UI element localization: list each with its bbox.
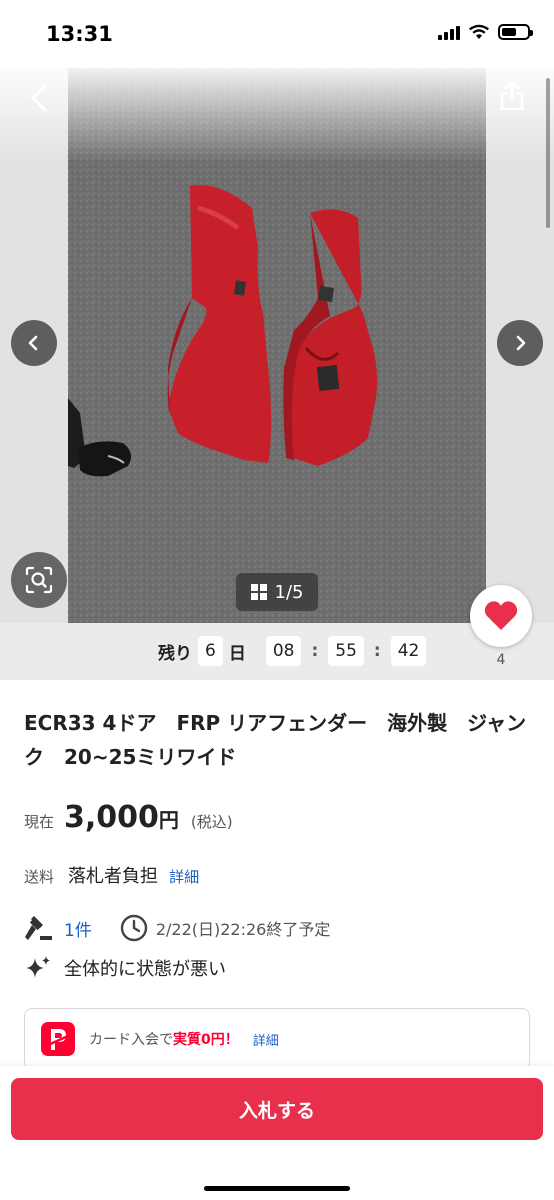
- shipping-value: 落札者負担: [68, 866, 159, 887]
- signal-icon: [438, 24, 460, 40]
- bid-count-link[interactable]: 1件: [64, 916, 92, 941]
- shipping-detail-link[interactable]: 詳細: [169, 868, 199, 886]
- promo-detail-link[interactable]: 詳細: [253, 1030, 279, 1049]
- shipping-value-group: 落札者負担 詳細: [68, 862, 199, 888]
- price-value: 3,000: [64, 800, 159, 835]
- heart-icon: [484, 601, 518, 630]
- end-time: 2/22(日)22:26終了予定: [155, 920, 331, 939]
- timer-hours: 08: [265, 636, 302, 666]
- battery-fill: [502, 28, 516, 36]
- image-search-button[interactable]: [11, 552, 67, 608]
- shipping-row: 送料 落札者負担 詳細: [24, 862, 199, 888]
- condition-text: 全体的に状態が悪い: [64, 959, 226, 980]
- auction-timer: 残り 6 日 08 : 55 : 42: [0, 623, 554, 680]
- image-counter-text: 1/5: [274, 581, 304, 603]
- sparkle-icon: [26, 956, 50, 978]
- condition-row: 全体的に状態が悪い: [24, 954, 226, 982]
- timer-row: 残り 6 日 08 : 55 : 42: [158, 633, 427, 669]
- image-counter[interactable]: 1/5: [236, 573, 318, 611]
- watch-count: 4: [496, 652, 506, 668]
- status-bar: 13:31: [0, 0, 554, 68]
- clock-icon: [120, 914, 148, 942]
- share-icon[interactable]: [494, 78, 530, 114]
- chevron-left-icon: [28, 335, 38, 351]
- photo-gallery[interactable]: 1/5: [0, 68, 554, 623]
- timer-days: 6: [198, 636, 223, 666]
- watch-button[interactable]: [470, 585, 532, 647]
- next-image-button[interactable]: [497, 320, 543, 366]
- gavel-icon: [25, 916, 52, 940]
- price-label: 現在: [24, 813, 55, 831]
- paypay-p-icon: [47, 1029, 69, 1050]
- previous-image-button[interactable]: [11, 320, 57, 366]
- paypay-logo: [41, 1022, 75, 1056]
- image-search-icon: [25, 566, 53, 594]
- promo-text: カード入会で: [89, 1032, 173, 1048]
- footer-bar: 入札する: [0, 1066, 554, 1200]
- timer-separator: :: [311, 641, 319, 661]
- paypay-card-promo[interactable]: カード入会で 実質0円！ 詳細: [24, 1008, 530, 1070]
- timer-remaining-label: 残り: [158, 643, 192, 664]
- status-icons: [438, 24, 533, 40]
- price-unit: 円: [158, 808, 179, 832]
- back-icon[interactable]: [22, 80, 58, 116]
- battery-icon: [498, 24, 533, 40]
- timer-days-unit: 日: [228, 643, 246, 664]
- promo-highlight: 実質0円！: [173, 1032, 239, 1048]
- item-title: ECR33 4ドア FRP リアフェンダー 海外製 ジャンク 20~25ミリワイ…: [24, 711, 527, 769]
- timer-minutes: 55: [328, 636, 364, 666]
- chevron-right-icon: [516, 335, 526, 351]
- grid-icon: [250, 584, 267, 600]
- photo-top-fade: [0, 68, 554, 163]
- wifi-icon: [469, 24, 489, 39]
- price-tax-note: (税込): [190, 813, 233, 831]
- shipping-label: 送料: [24, 868, 55, 886]
- timer-seconds: 42: [390, 636, 427, 666]
- bid-button[interactable]: 入札する: [11, 1078, 543, 1140]
- timer-separator: :: [373, 641, 381, 661]
- auction-meta-row: 1件 2/22(日)22:26終了予定: [24, 914, 330, 942]
- price-row: 現在 3,000 円 (税込): [24, 800, 233, 835]
- scrollbar[interactable]: [546, 78, 550, 228]
- home-indicator: [204, 1186, 350, 1191]
- status-time: 13:31: [46, 22, 113, 46]
